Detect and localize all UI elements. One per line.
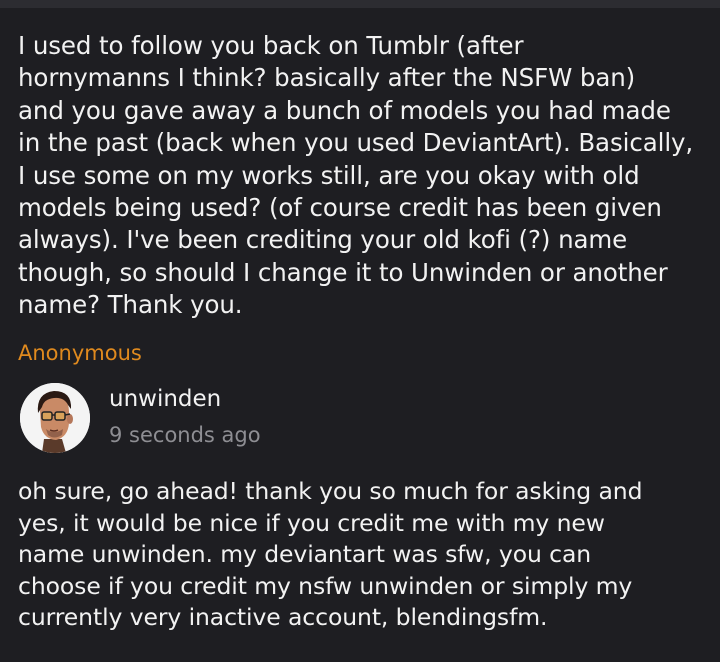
answer-author-name[interactable]: unwinden: [109, 385, 221, 413]
question-line: I used to follow you back on Tumblr (aft…: [18, 31, 524, 60]
ask-question-text: I used to follow you back on Tumblr (aft…: [18, 30, 708, 322]
answer-timestamp: 9 seconds ago: [109, 423, 261, 447]
answer-line: choose if you credit my nsfw unwinden or…: [18, 571, 633, 600]
answer-line: yes, it would be nice if you credit me w…: [18, 508, 605, 537]
avatar[interactable]: [20, 383, 90, 453]
question-line: though, so should I change it to Unwinde…: [18, 257, 668, 287]
question-line: always). I've been crediting your old ko…: [18, 225, 628, 255]
cartoon-man-with-glasses-avatar-icon: [20, 383, 90, 453]
answer-line: oh sure, go ahead! thank you so much for…: [18, 477, 643, 505]
top-divider: [0, 0, 720, 8]
answer-line: currently very inactive account, blendin…: [18, 603, 548, 632]
question-line: I use some on my works still, are you ok…: [18, 160, 640, 190]
question-line: name? Thank you.: [18, 290, 243, 320]
question-line: in the past (back when you used DeviantA…: [18, 128, 694, 158]
question-line: models being used? (of course credit has…: [18, 193, 662, 223]
answer-line: name unwinden. my deviantart was sfw, yo…: [18, 540, 592, 569]
answer-text: oh sure, go ahead! thank you so much for…: [18, 476, 708, 634]
question-line: hornymanns I think? basically after the …: [18, 63, 636, 93]
question-line: and you gave away a bunch of models you …: [18, 95, 671, 125]
asker-name[interactable]: Anonymous: [18, 340, 142, 366]
